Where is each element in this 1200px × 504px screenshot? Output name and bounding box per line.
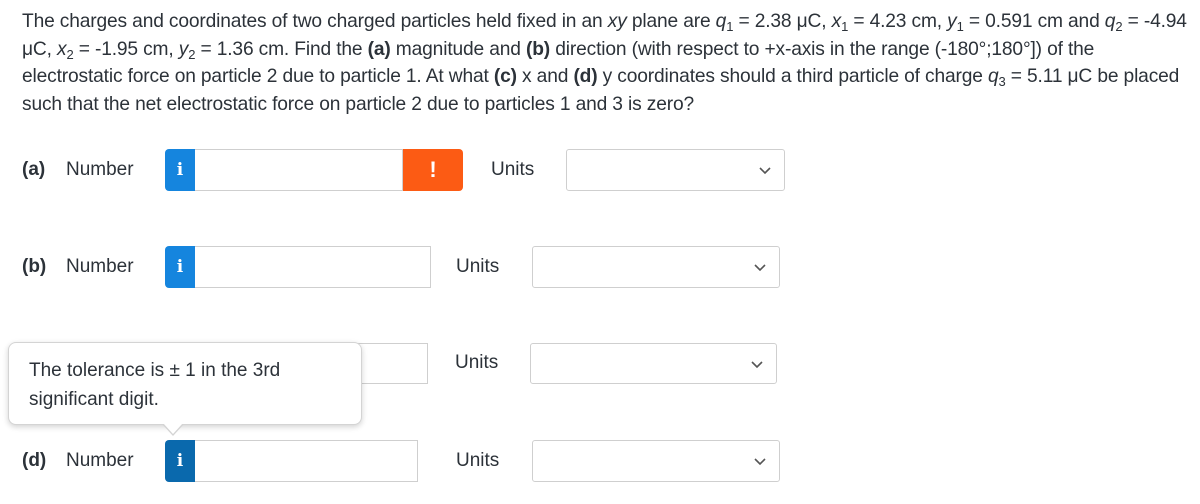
number-label: Number — [66, 450, 134, 471]
number-input-d[interactable] — [195, 440, 418, 482]
tolerance-tooltip: The tolerance is ± 1 in the 3rd signific… — [8, 342, 362, 425]
number-input-b[interactable] — [195, 246, 431, 288]
part-label: (a) — [22, 159, 46, 180]
answer-row-d: (d) Number i Units — [0, 440, 1200, 482]
chevron-down-icon — [754, 458, 766, 466]
number-label: Number — [66, 256, 134, 277]
units-label: Units — [491, 159, 535, 180]
answer-row-b: (b) Number i Units — [0, 246, 1200, 288]
units-label: Units — [456, 256, 500, 277]
tooltip-arrow — [162, 423, 184, 436]
warning-icon[interactable]: ! — [403, 149, 463, 191]
answer-row-a: (a) Number i ! Units — [0, 149, 1200, 191]
question-text: The charges and coordinates of two charg… — [22, 11, 1187, 115]
units-label: Units — [456, 450, 500, 471]
units-select-b[interactable] — [532, 246, 780, 288]
units-select-a[interactable] — [566, 149, 785, 191]
chevron-down-icon — [759, 167, 771, 175]
units-label: Units — [455, 352, 499, 373]
units-select-c[interactable] — [530, 343, 777, 384]
number-label: Number — [66, 159, 134, 180]
chevron-down-icon — [754, 264, 766, 272]
part-label: (b) — [22, 256, 47, 277]
number-input-a[interactable] — [195, 149, 403, 191]
info-icon[interactable]: i — [165, 440, 195, 482]
chevron-down-icon — [751, 361, 763, 369]
info-icon[interactable]: i — [165, 149, 195, 191]
tooltip-text: The tolerance is ± 1 in the 3rd signific… — [29, 360, 281, 410]
info-icon[interactable]: i — [165, 246, 195, 288]
part-label: (d) — [22, 450, 47, 471]
units-select-d[interactable] — [532, 440, 780, 482]
